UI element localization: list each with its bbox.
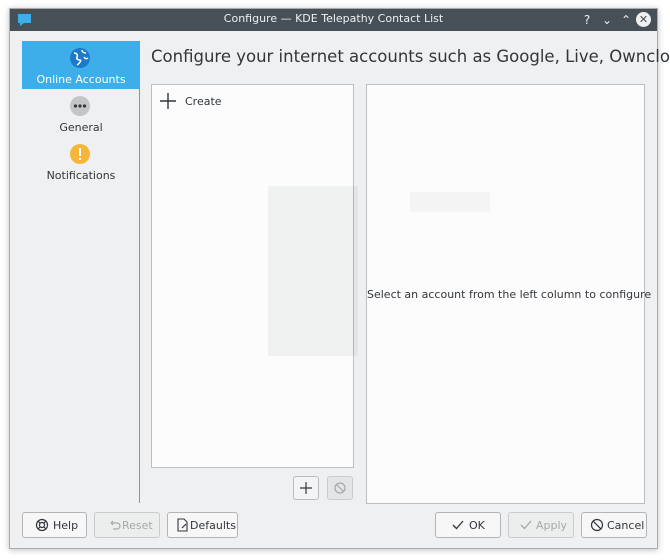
- detail-message: Select an account from the left column t…: [367, 288, 652, 301]
- create-label: Create: [185, 95, 222, 108]
- title-bar[interactable]: Configure — KDE Telepathy Contact List ?…: [10, 9, 657, 31]
- apply-label: Apply: [536, 519, 568, 532]
- page-title: Configure your internet accounts such as…: [151, 47, 670, 66]
- maximize-button[interactable]: ⌃: [618, 12, 634, 28]
- globe-icon: [70, 48, 90, 68]
- document-edit-icon: [177, 518, 188, 532]
- warning-icon: [70, 144, 90, 164]
- sidebar-item-notifications[interactable]: Notifications: [22, 137, 140, 185]
- remove-account-button[interactable]: [327, 476, 353, 500]
- checkmark-icon: [452, 520, 464, 530]
- window-title: Configure — KDE Telepathy Contact List: [223, 12, 444, 25]
- reset-button[interactable]: Reset: [94, 512, 160, 538]
- sidebar-divider: [139, 41, 140, 503]
- sidebar-item-label: Notifications: [46, 169, 116, 182]
- sidebar-item-label: General: [59, 121, 103, 134]
- sidebar: Online Accounts General Notifications: [22, 41, 140, 503]
- help-button[interactable]: Help: [22, 512, 87, 538]
- cancel-button[interactable]: Cancel: [581, 512, 647, 538]
- help-title-button[interactable]: ?: [579, 12, 595, 28]
- account-detail-pane: Select an account from the left column t…: [366, 84, 652, 504]
- disabled-circle-icon: [334, 482, 346, 494]
- defaults-button[interactable]: Defaults: [167, 512, 238, 538]
- sidebar-item-online-accounts[interactable]: Online Accounts: [22, 41, 140, 89]
- help-label: Help: [53, 519, 79, 532]
- sidebar-item-label: Online Accounts: [36, 73, 126, 86]
- watermark-bar: [410, 192, 490, 212]
- ok-button[interactable]: OK: [435, 512, 501, 538]
- undo-icon: [110, 520, 121, 530]
- lifebuoy-icon: [35, 518, 49, 532]
- more-dots-icon: [70, 96, 90, 116]
- add-account-button[interactable]: [293, 476, 319, 500]
- close-button[interactable]: ✕: [636, 12, 651, 27]
- plus-icon: [300, 482, 312, 494]
- reset-label: Reset: [122, 519, 153, 532]
- cancel-label: Cancel: [607, 519, 645, 532]
- ok-label: OK: [469, 519, 485, 532]
- configure-dialog: Configure — KDE Telepathy Contact List ?…: [9, 8, 670, 549]
- sidebar-item-general[interactable]: General: [22, 89, 140, 137]
- plus-icon: [160, 93, 176, 109]
- apply-button[interactable]: Apply: [508, 512, 574, 538]
- watermark-graphic: [268, 186, 358, 356]
- minimize-button[interactable]: ⌄: [599, 12, 615, 28]
- cancel-icon: [590, 518, 604, 532]
- defaults-label: Defaults: [190, 519, 236, 532]
- checkmark-icon: [520, 520, 532, 530]
